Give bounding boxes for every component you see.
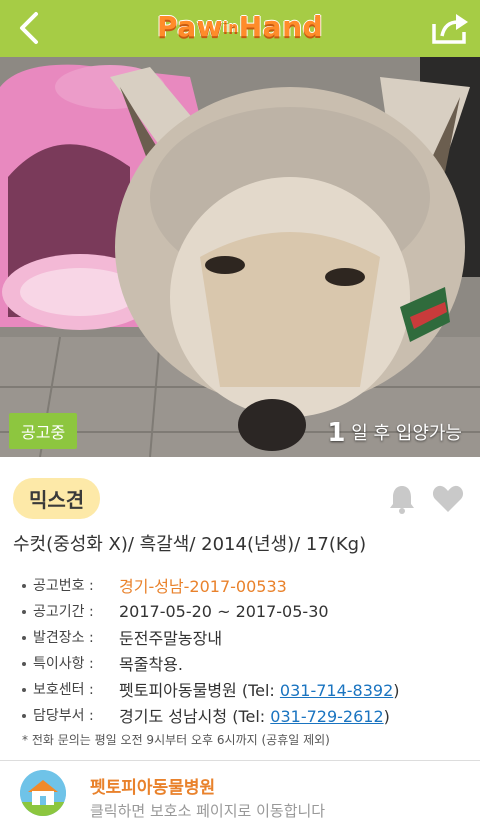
dog-photo-illustration — [0, 57, 480, 457]
bullet — [22, 584, 26, 588]
feature: 목줄착용. — [119, 655, 183, 674]
shelter-center: 펫토피아동물병원 (Tel: — [119, 681, 280, 700]
adoption-countdown: 1 일 후 입양가능 — [327, 418, 462, 448]
shelter-house-icon[interactable] — [20, 770, 66, 816]
office: 경기도 성남시청 (Tel: — [119, 707, 271, 726]
found-place-row: 발견장소 : 둔전주말농장내 — [22, 624, 472, 650]
notice-number-label: 공고번호 : — [33, 578, 94, 594]
app-logo: PawinHand — [156, 10, 324, 43]
bullet — [22, 688, 26, 692]
divider — [0, 760, 480, 761]
notice-period: 2017-05-20 ~ 2017-05-30 — [119, 601, 329, 621]
notice-number: 경기-성남-2017-00533 — [119, 577, 287, 596]
notice-period-row: 공고기간 : 2017-05-20 ~ 2017-05-30 — [22, 598, 472, 624]
notice-info: 공고번호 : 경기-성남-2017-00533 공고기간 : 2017-05-2… — [22, 572, 472, 728]
bell-icon[interactable] — [388, 484, 416, 514]
breed-badge: 믹스견 — [13, 478, 101, 519]
office-label: 담당부서 : — [33, 708, 94, 724]
phone-hours-note: * 전화 문의는 평일 오전 9시부터 오후 6시까지 (공휴일 제외) — [22, 733, 330, 747]
shelter-phone-link[interactable]: 031-714-8392 — [280, 681, 393, 700]
bullet — [22, 610, 26, 614]
shelter-center-label: 보호센터 : — [33, 682, 94, 698]
feature-row: 특이사항 : 목줄착용. — [22, 650, 472, 676]
animal-summary: 수컷(중성화 X)/ 흑갈색/ 2014(년생)/ 17(Kg) — [13, 534, 367, 555]
bullet — [22, 636, 26, 640]
notice-period-label: 공고기간 : — [33, 604, 94, 620]
shelter-page-hint[interactable]: 클릭하면 보호소 페이지로 이동합니다 — [90, 800, 325, 821]
status-badge: 공고중 — [9, 413, 78, 449]
bullet — [22, 714, 26, 718]
bullet — [22, 662, 26, 666]
office-phone-link[interactable]: 031-729-2612 — [270, 707, 383, 726]
found-place: 둔전주말농장내 — [119, 629, 223, 648]
found-place-label: 발견장소 : — [33, 630, 94, 646]
heart-icon[interactable] — [432, 484, 464, 514]
top-bar: PawinHand — [0, 0, 480, 57]
animal-photo — [0, 57, 480, 457]
office-row: 담당부서 : 경기도 성남시청 (Tel: 031-729-2612) — [22, 702, 472, 728]
shelter-name-link[interactable]: 펫토피아동물병원 — [90, 773, 215, 798]
share-icon[interactable] — [430, 10, 470, 46]
shelter-center-row: 보호센터 : 펫토피아동물병원 (Tel: 031-714-8392) — [22, 676, 472, 702]
feature-label: 특이사항 : — [33, 656, 94, 672]
notice-number-row: 공고번호 : 경기-성남-2017-00533 — [22, 572, 472, 598]
